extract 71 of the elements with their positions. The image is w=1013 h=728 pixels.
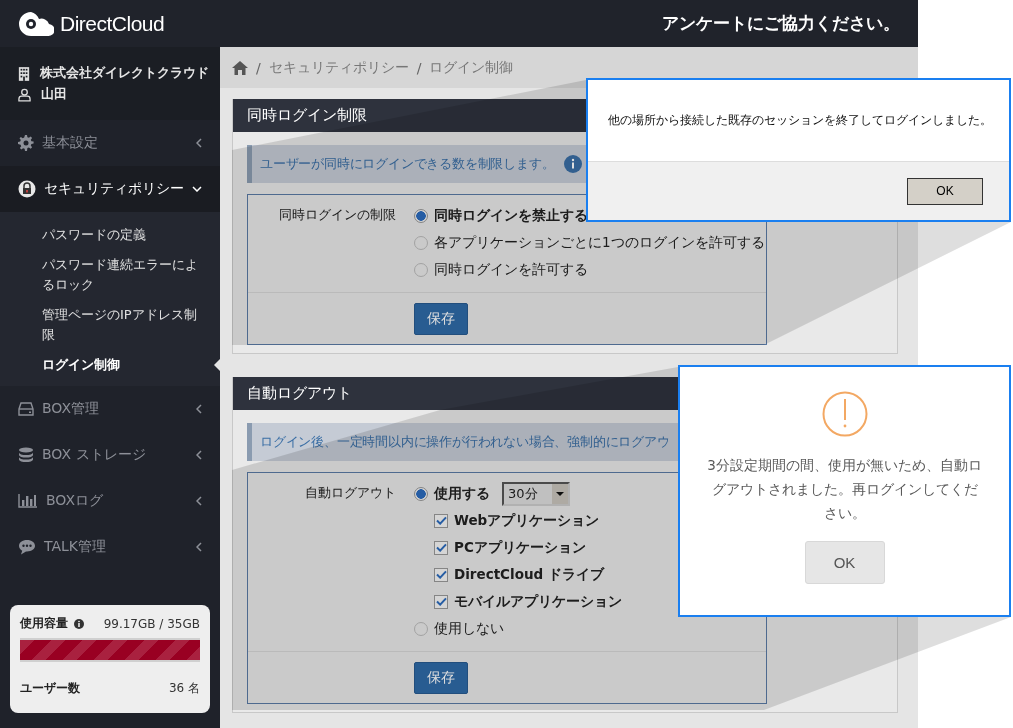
company-name: 株式会社ダイレクトクラウド: [40, 65, 209, 82]
submenu-item[interactable]: 管理ページのIPアドレス制限: [0, 300, 220, 350]
submenu-item[interactable]: パスワードの定義: [0, 220, 220, 250]
storage-usage: 99.17GB / 35GB: [103, 616, 200, 631]
chevron-left-icon: [196, 404, 202, 414]
option-label: PCアプリケーション: [454, 538, 586, 557]
building-icon: [18, 65, 30, 82]
cloud-logo-icon: [18, 10, 54, 37]
nav-item[interactable]: TALK管理: [0, 524, 220, 570]
storage-label: 使用容量: [20, 615, 68, 632]
radio-button[interactable]: [414, 235, 428, 250]
save-button[interactable]: 保存: [414, 303, 468, 335]
nav-item[interactable]: BOX ストレージ: [0, 432, 220, 478]
checkbox[interactable]: [434, 513, 448, 528]
option-label: 使用する: [434, 484, 490, 503]
save-button[interactable]: 保存: [414, 662, 468, 694]
info-note-text: ログイン後、一定時間以内に操作が行われない場合、強制的にログアウ: [260, 433, 670, 451]
breadcrumb-link[interactable]: セキュリティポリシー: [268, 58, 409, 77]
database-icon: [18, 447, 34, 463]
home-icon[interactable]: [232, 60, 248, 75]
field-label: 自動ログアウト: [304, 484, 397, 502]
radio-button[interactable]: [414, 486, 428, 501]
dialog-message: 他の場所から接続した既存のセッションを終了してログインしました。: [607, 112, 993, 129]
user-count-label: ユーザー数: [20, 680, 80, 697]
nav-item[interactable]: BOXログ: [0, 478, 220, 524]
chevron-left-icon: [196, 450, 202, 460]
chevron-left-icon: [196, 138, 202, 148]
panel-title: 自動ログアウト: [247, 384, 352, 403]
breadcrumb-link[interactable]: ログイン制御: [429, 58, 514, 77]
option-label: 各アプリケーションごとに1つのログインを許可する: [434, 233, 765, 252]
warning-icon: [821, 391, 868, 437]
gear-icon: [18, 135, 34, 151]
submenu-item[interactable]: パスワード連続エラーによるロック: [0, 250, 220, 300]
option-label: 使用しない: [434, 619, 504, 638]
option-label: モバイルアプリケーション: [454, 592, 622, 611]
chevron-down-icon: [192, 186, 202, 192]
option-label: Webアプリケーション: [454, 511, 600, 530]
ok-button[interactable]: OK: [907, 177, 983, 205]
user-name: 山田: [41, 86, 67, 103]
checkbox[interactable]: [434, 594, 448, 609]
nav-item[interactable]: セキュリティポリシー: [0, 166, 220, 212]
nav-item[interactable]: 基本設定: [0, 120, 220, 166]
submenu-item[interactable]: ログイン制御: [0, 350, 220, 380]
option-label: 同時ログインを禁止する: [434, 206, 588, 225]
radio-button[interactable]: [414, 262, 428, 277]
chat-bubble-icon: [18, 539, 36, 555]
dialog-message: 3分設定期間の間、使用が無いため、自動ログアウトされました。再ログインしてください。: [706, 456, 983, 523]
info-icon: [74, 618, 84, 629]
duration-dropdown[interactable]: 30分: [502, 481, 570, 506]
option-label: DirectCloud ドライブ: [454, 565, 604, 584]
ok-button[interactable]: OK: [804, 541, 885, 584]
field-label: 同時ログインの制限: [278, 206, 397, 224]
hard-drive-icon: [18, 402, 34, 416]
breadcrumb-separator: /: [256, 59, 261, 76]
checkbox[interactable]: [434, 540, 448, 555]
survey-link[interactable]: アンケートにご協力ください。: [662, 12, 900, 35]
logo-text: DirectCloud: [60, 11, 165, 36]
nav-item[interactable]: BOX管理: [0, 386, 220, 432]
radio-button[interactable]: [414, 208, 428, 223]
radio-button[interactable]: [414, 621, 428, 636]
checkbox[interactable]: [434, 567, 448, 582]
chevron-left-icon: [196, 542, 202, 552]
lock-icon: [18, 180, 36, 198]
info-note-text: ユーザーが同時にログインできる数を制限します。: [260, 155, 555, 173]
chevron-left-icon: [196, 496, 202, 506]
bar-chart-icon: [18, 494, 38, 508]
user-icon: [18, 87, 31, 102]
user-count: 36 名: [168, 680, 200, 697]
breadcrumb-separator: /: [416, 59, 422, 76]
option-label: 同時ログインを許可する: [434, 260, 588, 279]
panel-title: 同時ログイン制限: [247, 106, 367, 125]
